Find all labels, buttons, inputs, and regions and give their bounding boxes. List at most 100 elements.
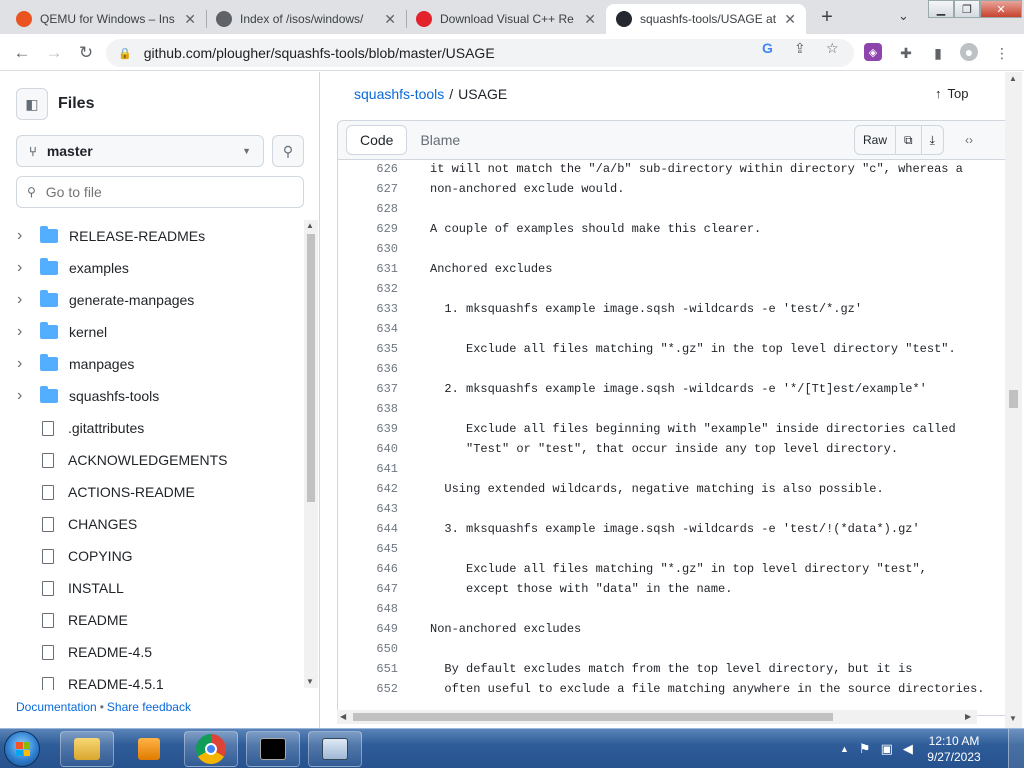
reload-button[interactable]: ↻ xyxy=(74,41,98,65)
browser-tab[interactable]: squashfs-tools/USAGE at ✕ xyxy=(606,4,806,34)
show-desktop-button[interactable] xyxy=(1008,729,1024,769)
tab-search-chevron-icon[interactable]: ⌄ xyxy=(898,8,909,24)
chevron-right-icon[interactable]: › xyxy=(17,291,31,309)
branch-selector[interactable]: ⑂ master ▼ xyxy=(16,135,264,167)
bookmark-star-icon[interactable]: ☆ xyxy=(826,40,839,57)
taskbar-clock[interactable]: 12:10 AM 9/27/2023 xyxy=(918,733,990,765)
address-bar[interactable]: 🔒 github.com/plougher/squashfs-tools/blo… xyxy=(106,39,854,67)
line-number[interactable]: 643 xyxy=(338,502,406,516)
line-number[interactable]: 632 xyxy=(338,282,406,296)
line-number[interactable]: 629 xyxy=(338,222,406,236)
raw-button[interactable]: Raw xyxy=(855,126,897,154)
line-number[interactable]: 637 xyxy=(338,382,406,396)
tree-file-item[interactable]: README-4.5.1 xyxy=(0,668,302,690)
collapse-sidebar-icon[interactable]: ◧ xyxy=(16,88,48,120)
close-tab-icon[interactable]: ✕ xyxy=(184,11,196,28)
line-number[interactable]: 645 xyxy=(338,542,406,556)
chevron-right-icon[interactable]: › xyxy=(17,227,31,245)
close-tab-icon[interactable]: ✕ xyxy=(584,11,596,28)
line-number[interactable]: 628 xyxy=(338,202,406,216)
line-number[interactable]: 649 xyxy=(338,622,406,636)
tab-blame[interactable]: Blame xyxy=(407,125,473,155)
tree-file-item[interactable]: .gitattributes xyxy=(0,412,302,444)
line-number[interactable]: 636 xyxy=(338,362,406,376)
scroll-left-arrow-icon[interactable]: ◀ xyxy=(340,712,346,721)
browser-tab[interactable]: Download Visual C++ Re ✕ xyxy=(406,4,606,34)
line-number[interactable]: 626 xyxy=(338,162,406,176)
taskbar-chrome[interactable] xyxy=(184,731,238,767)
show-hidden-icons-icon[interactable]: ▲ xyxy=(840,744,849,754)
volume-icon[interactable]: ◀ xyxy=(903,741,913,757)
page-scroll-thumb[interactable] xyxy=(1009,390,1018,408)
tree-folder-item[interactable]: › squashfs-tools xyxy=(0,380,302,412)
page-scroll-up-arrow-icon[interactable]: ▲ xyxy=(1009,74,1017,83)
go-to-file-input[interactable] xyxy=(45,184,286,200)
line-number[interactable]: 631 xyxy=(338,262,406,276)
tree-folder-item[interactable]: › generate-manpages xyxy=(0,284,302,316)
symbols-panel-icon[interactable]: ‹› xyxy=(954,125,984,155)
share-icon[interactable]: ⇪ xyxy=(794,40,806,57)
taskbar-explorer[interactable] xyxy=(60,731,114,767)
line-number[interactable]: 650 xyxy=(338,642,406,656)
search-files-button[interactable]: ⚲ xyxy=(272,135,304,167)
line-number[interactable]: 652 xyxy=(338,682,406,696)
line-number[interactable]: 641 xyxy=(338,462,406,476)
tree-folder-item[interactable]: › manpages xyxy=(0,348,302,380)
tree-file-item[interactable]: CHANGES xyxy=(0,508,302,540)
page-vertical-scrollbar[interactable]: ▲ ▼ xyxy=(1005,72,1022,728)
chevron-right-icon[interactable]: › xyxy=(17,259,31,277)
share-feedback-link[interactable]: Share feedback xyxy=(107,700,191,714)
line-number[interactable]: 630 xyxy=(338,242,406,256)
documentation-link[interactable]: Documentation xyxy=(16,700,97,714)
profile-avatar-icon[interactable]: ● xyxy=(960,43,978,61)
line-number[interactable]: 633 xyxy=(338,302,406,316)
tree-file-item[interactable]: INSTALL xyxy=(0,572,302,604)
tree-folder-item[interactable]: › kernel xyxy=(0,316,302,348)
google-lens-icon[interactable]: G xyxy=(762,40,773,56)
line-number[interactable]: 651 xyxy=(338,662,406,676)
line-number[interactable]: 644 xyxy=(338,522,406,536)
taskbar-media-player[interactable] xyxy=(122,731,176,767)
breadcrumb-repo-link[interactable]: squashfs-tools xyxy=(354,86,444,102)
file-tree-scrollbar[interactable]: ▲ ▼ xyxy=(304,220,318,688)
side-panel-icon[interactable]: ▮ xyxy=(928,43,948,63)
extension-icon[interactable]: ◈ xyxy=(864,43,882,61)
top-button[interactable]: ↑ Top xyxy=(935,86,968,101)
tree-file-item[interactable]: COPYING xyxy=(0,540,302,572)
line-number[interactable]: 646 xyxy=(338,562,406,576)
line-number[interactable]: 634 xyxy=(338,322,406,336)
tree-folder-item[interactable]: › examples xyxy=(0,252,302,284)
tree-file-item[interactable]: ACTIONS-README xyxy=(0,476,302,508)
restore-button[interactable]: ❐ xyxy=(954,0,980,18)
network-icon[interactable]: ▣ xyxy=(881,741,893,757)
taskbar-command-prompt[interactable] xyxy=(246,731,300,767)
line-number[interactable]: 640 xyxy=(338,442,406,456)
line-number[interactable]: 647 xyxy=(338,582,406,596)
tree-file-item[interactable]: ACKNOWLEDGEMENTS xyxy=(0,444,302,476)
line-number[interactable]: 638 xyxy=(338,402,406,416)
puzzle-extensions-icon[interactable]: ✚ xyxy=(896,43,916,63)
download-icon[interactable]: ⤓ xyxy=(922,126,943,154)
line-number[interactable]: 642 xyxy=(338,482,406,496)
code-hscroll-thumb[interactable] xyxy=(353,713,833,721)
scroll-down-arrow-icon[interactable]: ▼ xyxy=(306,677,314,686)
scroll-right-arrow-icon[interactable]: ▶ xyxy=(965,712,971,721)
line-number[interactable]: 639 xyxy=(338,422,406,436)
tab-code[interactable]: Code xyxy=(346,125,408,155)
go-to-file-field[interactable]: ⚲ xyxy=(16,176,304,208)
scroll-up-arrow-icon[interactable]: ▲ xyxy=(306,221,314,230)
taskbar-qemu[interactable] xyxy=(308,731,362,767)
chevron-right-icon[interactable]: › xyxy=(17,355,31,373)
close-tab-icon[interactable]: ✕ xyxy=(384,11,396,28)
tree-file-item[interactable]: README-4.5 xyxy=(0,636,302,668)
minimize-button[interactable]: ▁ xyxy=(928,0,954,18)
chevron-right-icon[interactable]: › xyxy=(17,323,31,341)
forward-button[interactable]: → xyxy=(42,41,66,65)
line-number[interactable]: 627 xyxy=(338,182,406,196)
code-horizontal-scrollbar[interactable]: ◀ ▶ xyxy=(337,710,977,724)
browser-menu-icon[interactable]: ⋮ xyxy=(992,43,1012,63)
close-window-button[interactable]: ✕ xyxy=(980,0,1022,18)
tree-file-item[interactable]: README xyxy=(0,604,302,636)
action-center-flag-icon[interactable]: ⚑ xyxy=(859,741,871,757)
copy-icon[interactable]: ⧉ xyxy=(896,126,922,154)
